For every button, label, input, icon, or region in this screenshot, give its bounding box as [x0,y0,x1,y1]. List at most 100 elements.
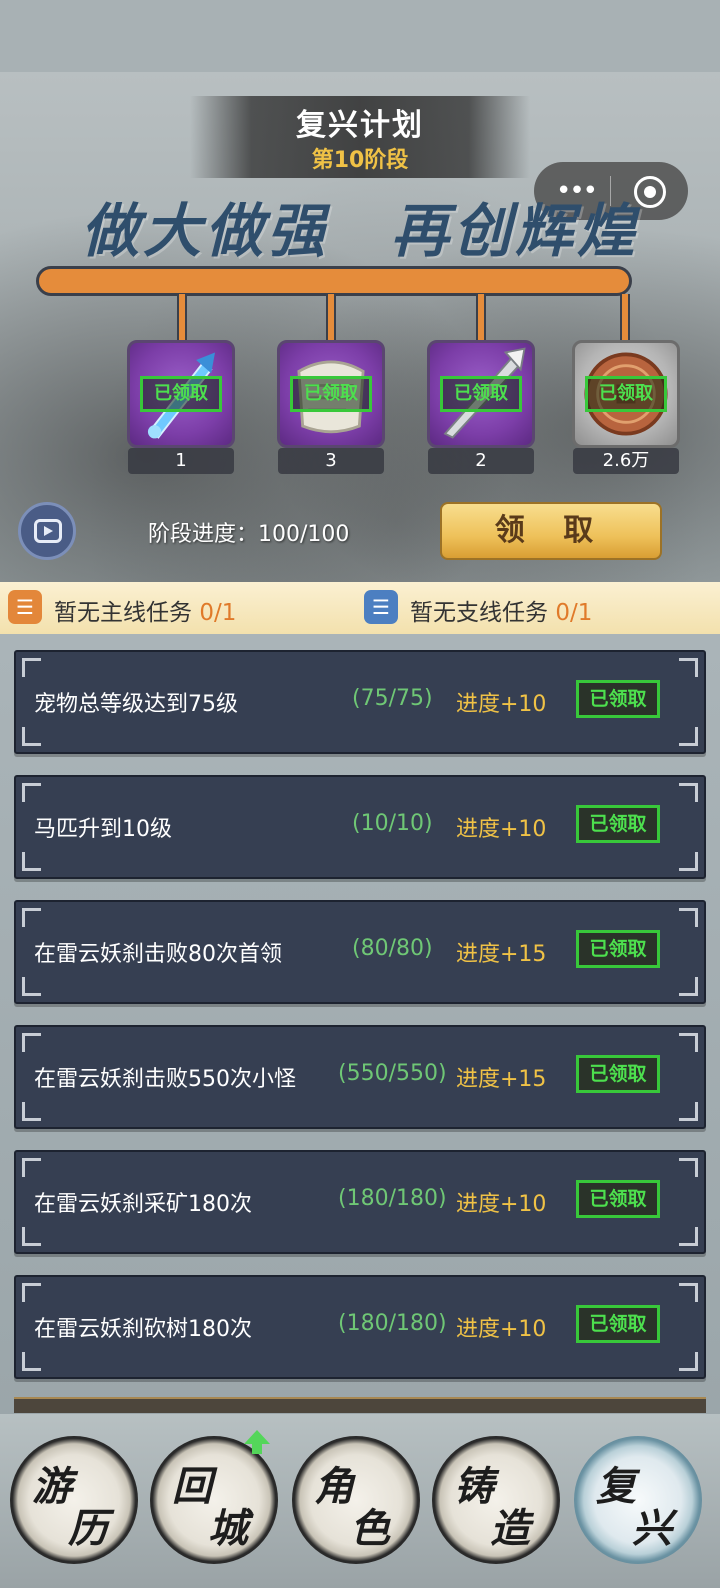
quest-reward: 进度+15 [456,942,547,967]
nav-char: 游 [32,1463,72,1510]
corner-decor [679,977,698,996]
claimed-stamp: 已领取 [290,376,372,412]
quest-name: 在雷云妖刹砍树180次 [34,1317,252,1342]
corner-decor [22,1352,41,1371]
nav-button-character[interactable]: 角 色 [292,1436,420,1564]
corner-decor [22,1033,41,1052]
corner-decor [22,908,41,927]
quest-row: 在雷云妖刹击败80次首领 (80/80) 进度+15 已领取 [14,900,706,1004]
nav-button-forge[interactable]: 铸 造 [432,1436,560,1564]
nav-char: 回 [172,1463,212,1510]
quest-list[interactable]: 宠物总等级达到75级 (75/75) 进度+10 已领取 马匹升到10级 (10… [0,634,720,1414]
nav-char: 色 [350,1505,390,1552]
corner-decor [22,1102,41,1121]
claimed-stamp: 已领取 [440,376,522,412]
upgrade-arrow-icon [244,1430,270,1454]
quest-reward: 进度+10 [456,1192,547,1217]
corner-decor [22,1227,41,1246]
nav-button-travel[interactable]: 游 历 [10,1436,138,1564]
quest-claimed-badge[interactable]: 已领取 [576,930,660,968]
quest-name: 在雷云妖刹击败550次小怪 [34,1067,296,1092]
quest-name: 宠物总等级达到75级 [34,692,238,717]
nav-char: 历 [68,1505,108,1552]
corner-decor [679,1227,698,1246]
reward-count: 3 [278,448,384,474]
claimed-stamp: 已领取 [585,376,667,412]
side-task-checklist-icon[interactable]: ☰ [364,590,398,624]
nav-char: 兴 [632,1505,672,1552]
quest-claimed-badge[interactable]: 已领取 [576,680,660,718]
side-task-label: 暂无支线任务 [410,600,548,626]
corner-decor [22,783,41,802]
reward-track [36,266,632,296]
track-connector [476,294,486,344]
nav-char: 造 [490,1505,530,1552]
stage-progress-text: 阶段进度：100/100 [148,522,350,547]
nav-button-return-city[interactable]: 回 城 [150,1430,278,1564]
video-button[interactable] [18,502,76,560]
track-connector [620,294,630,344]
task-strip: ☰ 暂无主线任务 0/1 ☰ 暂无支线任务 0/1 [0,582,720,636]
bottom-nav: 游 历 回 城 角 色 铸 造 复 兴 [0,1414,720,1588]
reward-count: 1 [128,448,234,474]
quest-row: 在雷云妖刹采矿180次 (180/180) 进度+10 已领取 [14,1150,706,1254]
reward-item-spear[interactable]: 已领取 [427,340,535,448]
claimed-stamp: 已领取 [140,376,222,412]
corner-decor [679,1033,698,1052]
quest-count: (550/550) [338,1061,447,1086]
track-connector [177,294,187,344]
play-video-icon [34,519,62,543]
nav-button-revival[interactable]: 复 兴 [574,1436,702,1564]
corner-decor [679,1283,698,1302]
quest-reward: 进度+10 [456,1317,547,1342]
quest-count: (180/180) [338,1186,447,1211]
quest-reward: 进度+10 [456,692,547,717]
main-task-checklist-icon[interactable]: ☰ [8,590,42,624]
nav-char: 城 [208,1505,248,1552]
quest-name: 在雷云妖刹采矿180次 [34,1192,252,1217]
reward-item-sword[interactable]: 已领取 [127,340,235,448]
quest-name: 马匹升到10级 [34,817,172,842]
nav-char: 复 [596,1463,636,1510]
side-task-count: 0/1 [555,600,593,626]
corner-decor [22,658,41,677]
quest-row: 在雷云妖刹击败550次小怪 (550/550) 进度+15 已领取 [14,1025,706,1129]
quest-count: (75/75) [352,686,433,711]
nav-char: 角 [314,1463,354,1510]
reward-item-scroll[interactable]: 已领取 [277,340,385,448]
reward-count: 2 [428,448,534,474]
quest-reward: 进度+15 [456,1067,547,1092]
corner-decor [679,852,698,871]
status-strip [0,0,720,72]
corner-decor [679,658,698,677]
corner-decor [679,908,698,927]
corner-decor [22,852,41,871]
main-task-count: 0/1 [199,600,237,626]
main-task-label: 暂无主线任务 [54,600,192,626]
quest-row: 在雷云妖刹砍树180次 (180/180) 进度+10 已领取 [14,1275,706,1379]
list-bottom-edge [14,1397,706,1413]
corner-decor [22,1158,41,1177]
quest-claimed-badge[interactable]: 已领取 [576,805,660,843]
quest-claimed-badge[interactable]: 已领取 [576,1055,660,1093]
quest-count: (80/80) [352,936,433,961]
reward-item-coin[interactable]: 已领取 [572,340,680,448]
quest-claimed-badge[interactable]: 已领取 [576,1180,660,1218]
nav-char: 铸 [454,1463,494,1510]
main-task-status[interactable]: 暂无主线任务 0/1 [54,593,236,627]
corner-decor [679,1158,698,1177]
corner-decor [679,727,698,746]
page-title: 复兴计划 [296,108,424,143]
quest-name: 在雷云妖刹击败80次首领 [34,942,282,967]
corner-decor [679,1352,698,1371]
claim-button[interactable]: 领 取 [440,502,662,560]
side-task-status[interactable]: 暂无支线任务 0/1 [410,593,592,627]
stage-panel: 复兴计划 第10阶段 ••• 做大做强 再创辉煌 已领取 1 已领取 3 已领取… [0,72,720,582]
quest-reward: 进度+10 [456,817,547,842]
quest-row: 宠物总等级达到75级 (75/75) 进度+10 已领取 [14,650,706,754]
quest-claimed-badge[interactable]: 已领取 [576,1305,660,1343]
track-connector [326,294,336,344]
reward-count: 2.6万 [573,448,679,474]
corner-decor [22,977,41,996]
quest-row: 马匹升到10级 (10/10) 进度+10 已领取 [14,775,706,879]
